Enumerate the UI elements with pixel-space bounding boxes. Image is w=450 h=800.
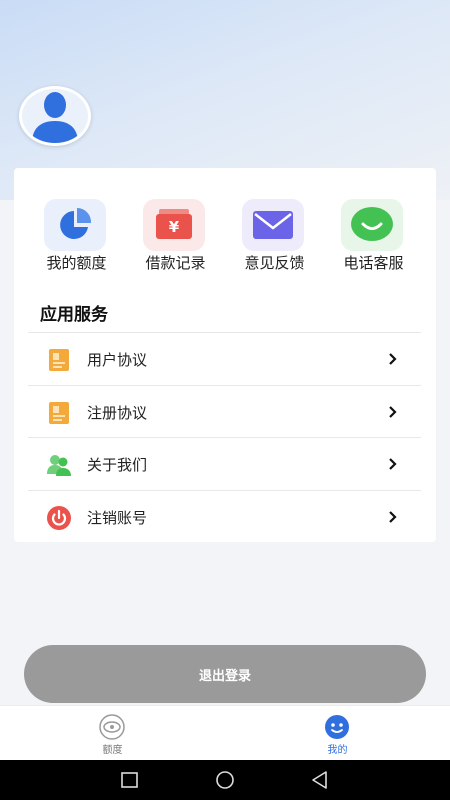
tab-mine[interactable]: 我的 bbox=[225, 706, 450, 761]
chevron-right-icon bbox=[389, 458, 397, 470]
quick-action-phone-support[interactable]: 电话客服 bbox=[324, 196, 423, 276]
section-title: 应用服务 bbox=[40, 305, 108, 325]
quick-action-label: 电话客服 bbox=[343, 254, 404, 272]
list-item-label: 关于我们 bbox=[87, 456, 148, 474]
document-icon bbox=[49, 349, 69, 371]
tab-label: 额度 bbox=[102, 745, 123, 756]
chat-bubble-icon bbox=[341, 199, 403, 251]
chevron-right-icon bbox=[389, 405, 397, 418]
tab-label: 我的 bbox=[327, 745, 348, 756]
quick-action-label: 借款记录 bbox=[145, 254, 206, 272]
envelope-icon bbox=[242, 199, 304, 251]
list-item-about-us[interactable]: 关于我们 bbox=[28, 437, 421, 490]
quick-action-quota[interactable]: 我的额度 bbox=[27, 196, 126, 276]
users-icon bbox=[47, 455, 71, 476]
menu-card: 我的额度 ¥ 借款记录 意见反馈 电话客服 应用服务 用户协议 注册协议 关于我… bbox=[14, 168, 436, 542]
power-icon bbox=[47, 505, 71, 530]
document-icon bbox=[49, 401, 69, 424]
list-item-deactivate-account[interactable]: 注销账号 bbox=[28, 489, 421, 543]
quick-action-feedback[interactable]: 意见反馈 bbox=[225, 196, 324, 276]
services-list: 用户协议 注册协议 关于我们 注销账号 bbox=[28, 332, 421, 542]
user-avatar-icon bbox=[32, 92, 78, 143]
svg-text:¥: ¥ bbox=[169, 218, 180, 236]
tab-quota[interactable]: 额度 bbox=[0, 706, 225, 761]
pie-chart-icon bbox=[44, 199, 106, 251]
quick-action-loan-records[interactable]: ¥ 借款记录 bbox=[126, 196, 225, 276]
list-item-label: 用户协议 bbox=[87, 351, 148, 369]
logout-button[interactable]: 退出登录 bbox=[24, 645, 426, 703]
list-item-label: 注销账号 bbox=[87, 508, 148, 527]
list-item-label: 注册协议 bbox=[87, 403, 148, 422]
system-nav-bar bbox=[0, 760, 450, 800]
home-icon[interactable] bbox=[213, 769, 237, 791]
recent-apps-icon[interactable] bbox=[118, 769, 142, 791]
chevron-right-icon bbox=[389, 353, 397, 365]
back-icon[interactable] bbox=[308, 769, 332, 791]
quick-action-label: 我的额度 bbox=[46, 254, 107, 272]
chevron-right-icon bbox=[389, 510, 397, 523]
eye-icon bbox=[99, 714, 125, 740]
bottom-tab-bar: 额度 我的 bbox=[0, 705, 450, 760]
list-item-user-agreement[interactable]: 用户协议 bbox=[28, 332, 421, 385]
yuan-wallet-icon: ¥ bbox=[143, 199, 205, 251]
quick-action-label: 意见反馈 bbox=[244, 254, 305, 272]
list-item-register-agreement[interactable]: 注册协议 bbox=[28, 384, 421, 438]
smiley-icon bbox=[325, 715, 349, 739]
quick-actions: 我的额度 ¥ 借款记录 意见反馈 电话客服 bbox=[14, 196, 436, 276]
avatar[interactable] bbox=[19, 86, 91, 146]
